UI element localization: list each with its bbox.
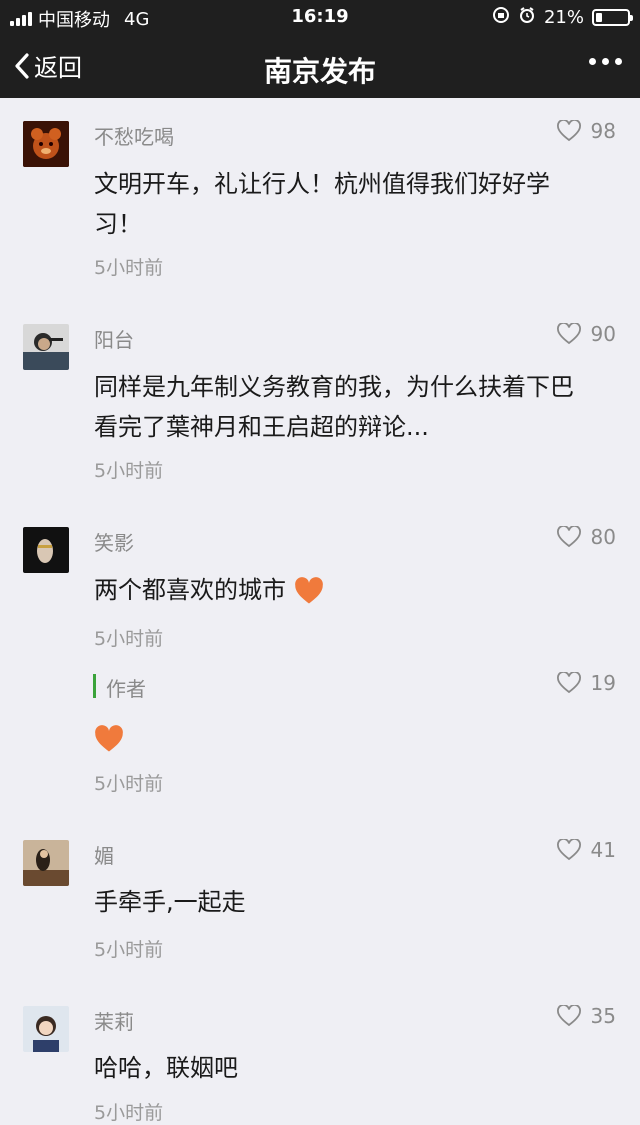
like-count: 35 bbox=[590, 1004, 616, 1028]
orange-heart-emoji-icon bbox=[95, 725, 123, 752]
comment-time: 5小时前 bbox=[94, 460, 164, 482]
comment-text: 同样是九年制义务教育的我，为什么扶着下巴 看完了葉神月和王启超的辩论... bbox=[94, 367, 614, 447]
comment-text-line: 手牵手,一起走 bbox=[94, 888, 246, 916]
comment-text: 文明开车，礼让行人！杭州值得我们好好学 习！ bbox=[94, 164, 614, 244]
rotation-lock-icon bbox=[492, 6, 510, 29]
battery-level bbox=[596, 13, 603, 22]
orange-heart-emoji-icon bbox=[294, 577, 323, 604]
like-count: 41 bbox=[590, 838, 616, 862]
author-reply-label: 作者 bbox=[106, 677, 146, 701]
comment-text-line: 两个都喜欢的城市 bbox=[94, 576, 286, 604]
more-dots-icon bbox=[589, 58, 596, 65]
navigation-bar: 返回 南京发布 bbox=[0, 34, 640, 98]
comment-time: 5小时前 bbox=[94, 773, 164, 795]
page-title: 南京发布 bbox=[263, 55, 376, 88]
like-count: 90 bbox=[590, 322, 616, 346]
avatar[interactable] bbox=[23, 121, 69, 167]
heart-outline-icon bbox=[556, 672, 581, 694]
heart-outline-icon bbox=[556, 839, 581, 861]
comment-author[interactable]: 茉莉 bbox=[94, 1006, 134, 1035]
comment-time: 5小时前 bbox=[94, 1102, 164, 1124]
avatar[interactable] bbox=[23, 840, 69, 886]
comment-time: 5小时前 bbox=[94, 628, 164, 650]
like-button[interactable]: 19 bbox=[556, 671, 616, 695]
like-count: 98 bbox=[590, 119, 616, 143]
more-button[interactable] bbox=[589, 58, 622, 65]
avatar[interactable] bbox=[23, 1006, 69, 1052]
like-button[interactable]: 98 bbox=[556, 119, 616, 143]
battery-percent: 21% bbox=[543, 7, 584, 28]
comment-text: 哈哈，联姻吧 bbox=[94, 1048, 614, 1088]
comment-text-line: 文明开车，礼让行人！杭州值得我们好好学 bbox=[94, 170, 550, 198]
like-button[interactable]: 41 bbox=[556, 838, 616, 862]
status-bar: 中国移动 4G 16:19 21% bbox=[0, 0, 640, 34]
like-button[interactable]: 35 bbox=[556, 1004, 616, 1028]
heart-outline-icon bbox=[556, 120, 581, 142]
comment-text-line: 看完了葉神月和王启超的辩论... bbox=[94, 413, 429, 441]
comment-text: 手牵手,一起走 bbox=[94, 882, 614, 922]
heart-outline-icon bbox=[556, 1005, 581, 1027]
like-button[interactable]: 90 bbox=[556, 322, 616, 346]
like-count: 19 bbox=[590, 671, 616, 695]
comment-time: 5小时前 bbox=[94, 939, 164, 961]
author-reply-text bbox=[94, 718, 614, 758]
comment-time: 5小时前 bbox=[94, 257, 164, 279]
alarm-icon bbox=[518, 6, 536, 29]
author-reply-marker bbox=[93, 674, 96, 698]
comment-author[interactable]: 阳台 bbox=[94, 324, 134, 353]
comment-author[interactable]: 媚 bbox=[94, 840, 114, 869]
comment-text-line: 同样是九年制义务教育的我，为什么扶着下巴 bbox=[94, 373, 574, 401]
comment-author[interactable]: 不愁吃喝 bbox=[94, 121, 174, 150]
comment-text-line: 哈哈，联姻吧 bbox=[94, 1054, 238, 1082]
comment-text-line: 习！ bbox=[94, 210, 142, 238]
like-count: 80 bbox=[590, 525, 616, 549]
comment-text: 两个都喜欢的城市 bbox=[94, 570, 614, 610]
heart-outline-icon bbox=[556, 323, 581, 345]
comment-author[interactable]: 笑影 bbox=[94, 527, 134, 556]
heart-outline-icon bbox=[556, 526, 581, 548]
like-button[interactable]: 80 bbox=[556, 525, 616, 549]
battery-icon bbox=[592, 9, 633, 26]
avatar[interactable] bbox=[23, 324, 69, 370]
avatar[interactable] bbox=[23, 527, 69, 573]
